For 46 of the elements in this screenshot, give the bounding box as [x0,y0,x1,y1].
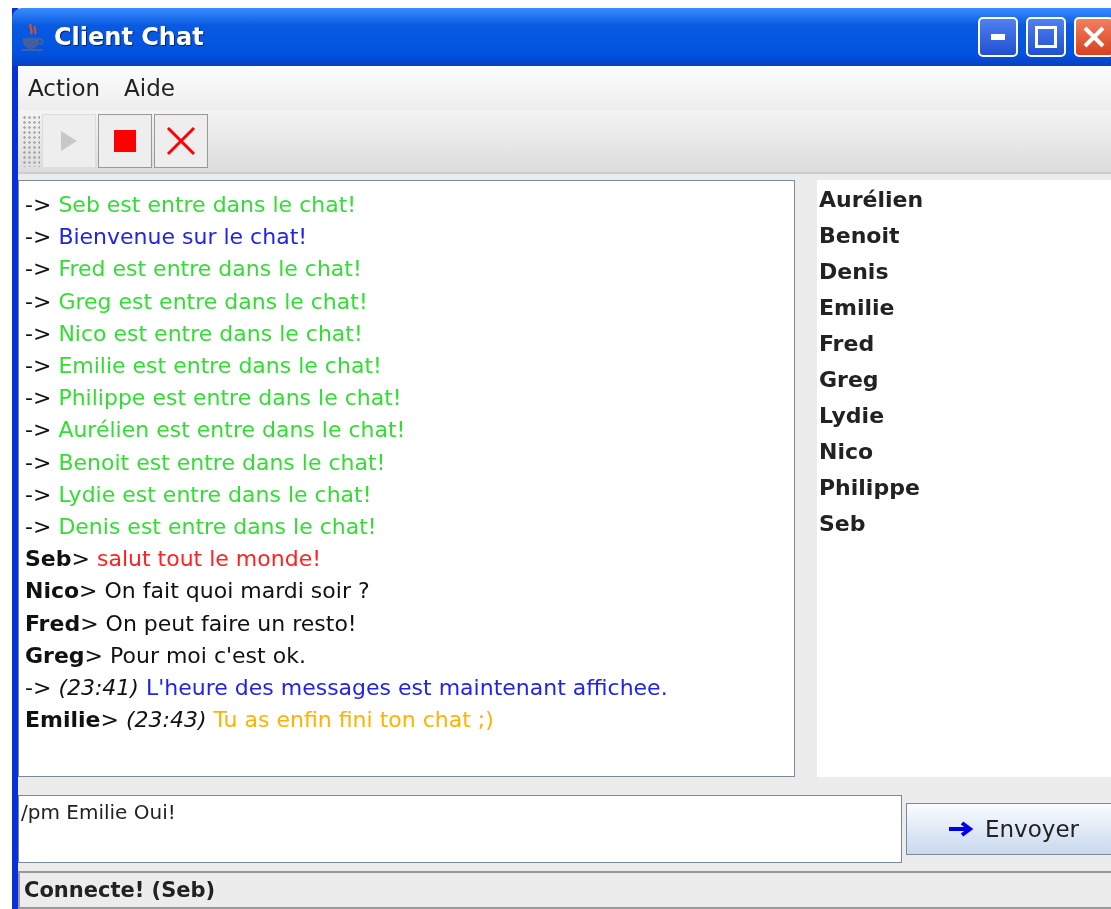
chat-message: Seb> salut tout le monde! [25,545,322,574]
chat-message: Emilie> (23:43) Tu as enfin fini ton chat ;) [25,706,495,735]
toolbar-grip[interactable] [22,115,40,167]
chat-message: Nico> On fait quoi mardi soir ? [25,577,371,606]
minimize-icon [991,34,1005,40]
chat-message: Greg> Pour moi c'est ok. [25,641,307,670]
close-icon [1083,26,1105,48]
system-message: -> Nico est entre dans le chat! [25,319,364,348]
system-message: -> Benoit est entre dans le chat! [25,448,387,477]
user-list-item[interactable]: Emilie [819,290,1111,326]
close-icon [166,126,196,156]
play-icon [59,129,79,153]
send-button[interactable]: Envoyer [906,803,1111,855]
user-list-item[interactable]: Lydie [819,398,1111,434]
user-list-item[interactable]: Benoit [819,218,1111,254]
system-message: -> Emilie est entre dans le chat! [25,352,383,380]
window-title: Client Chat [54,23,205,51]
message-input[interactable]: /pm Emilie Oui! [18,795,902,863]
chat-message: Fred> On peut faire un resto! [25,609,358,638]
stop-icon [114,130,136,152]
system-message: -> Fred est entre dans le chat! [25,255,363,284]
user-list-item[interactable]: Aurélien [819,182,1111,218]
system-message: -> Philippe est entre dans le chat! [25,384,403,413]
system-message: -> (23:41) L'heure des messages est maintenant affichee. [25,674,669,703]
stop-button[interactable] [98,114,152,168]
maximize-button[interactable] [1026,17,1066,57]
system-message: -> Aurélien est entre dans le chat! [25,416,407,445]
maximize-icon [1035,26,1057,48]
system-message: -> Seb est entre dans le chat! [25,191,358,219]
coffee-cup-icon [20,22,46,52]
system-message: -> Lydie est entre dans le chat! [25,480,373,509]
close-button[interactable] [154,114,208,168]
user-list-item[interactable]: Philippe [819,470,1111,506]
menu-item[interactable]: Action [28,75,101,101]
user-list-item[interactable]: Greg [819,362,1111,398]
system-message: -> Greg est entre dans le chat! [25,287,369,316]
system-message: -> Bienvenue sur le chat! [25,223,309,252]
minimize-button[interactable] [978,17,1018,57]
arrow-icon [949,821,975,837]
menu-item[interactable]: Aide [124,75,175,101]
status-bar: Connecte! (Seb) [18,871,1111,909]
user-list-item[interactable]: Nico [819,434,1111,470]
system-message: -> Denis est entre dans le chat! [25,513,378,542]
user-list-item[interactable]: Seb [819,506,1111,542]
user-list-item[interactable]: Denis [819,254,1111,290]
user-list-item[interactable]: Fred [819,326,1111,362]
